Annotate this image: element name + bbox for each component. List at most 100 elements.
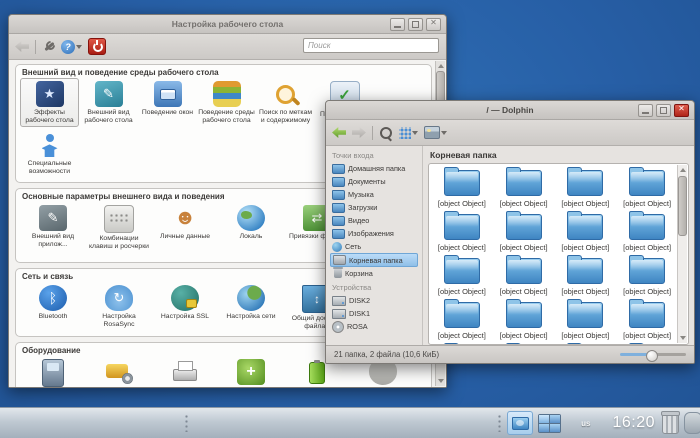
[object Object][interactable] (4, 411, 29, 436)
trash-icon[interactable] (662, 413, 679, 434)
settings-item[interactable]: Эффекты рабочего стола (20, 78, 79, 127)
device-item[interactable]: DISK2 (330, 294, 418, 307)
folder-icon (629, 302, 665, 328)
[object Object][interactable] (64, 411, 89, 436)
place-item[interactable]: Корзина (330, 267, 418, 280)
[object Object][interactable] (34, 411, 59, 436)
device-label: DISK1 (349, 309, 370, 318)
folder-item[interactable]: [object Object] (431, 302, 493, 345)
maximize-icon[interactable] (408, 18, 423, 31)
find-button[interactable] (379, 126, 393, 140)
view-scrollbar[interactable] (677, 165, 687, 343)
scroll-down-icon[interactable] (438, 379, 444, 383)
panel-cashew-icon[interactable] (684, 412, 700, 434)
device-item[interactable]: DISK1 (330, 307, 418, 320)
folder-item[interactable]: [object Object] (431, 170, 493, 214)
place-label: Сеть (345, 242, 361, 251)
settings-item[interactable]: Настройка сети (218, 282, 284, 323)
place-item[interactable]: Домашняя папка (330, 162, 418, 175)
folder-item[interactable]: [object Object] (616, 214, 678, 258)
clock[interactable]: 16:20 (612, 414, 655, 432)
help-button[interactable] (61, 40, 82, 54)
panel-handle[interactable] (497, 414, 502, 432)
settings-item[interactable]: Настройка принтеров, очередей печати... (152, 356, 218, 387)
minimize-icon[interactable] (390, 18, 405, 31)
place-item[interactable]: Музыка (330, 188, 418, 201)
slider-knob[interactable] (646, 350, 658, 362)
place-item[interactable]: Видео (330, 214, 418, 227)
place-item[interactable]: Сеть (330, 240, 418, 253)
folder-item[interactable]: [object Object] (493, 214, 555, 258)
folder-item[interactable]: [object Object] (493, 302, 555, 345)
settings-item[interactable]: Bluetooth (20, 282, 86, 323)
preview-button[interactable] (424, 126, 447, 139)
desktop-pager[interactable] (538, 414, 561, 433)
settings-item[interactable]: Локаль (218, 202, 284, 243)
folder-item[interactable]: [object Object] (555, 258, 617, 302)
settings-item[interactable]: Настройка RosaSync (86, 282, 152, 331)
[object Object][interactable] (94, 411, 119, 436)
folder-item[interactable]: [object Object] (616, 258, 678, 302)
folder-item[interactable]: [object Object] (431, 214, 493, 258)
settings-item-label: Поиск по меткам и содержимому (257, 109, 314, 125)
forward-button[interactable] (352, 127, 366, 138)
folder-item[interactable]: [object Object] (616, 302, 678, 345)
status-text: 21 папка, 2 файла (10,6 КиБ) (334, 350, 439, 359)
quit-button[interactable] (88, 38, 106, 55)
settings-item-label: Внешний вид рабочего стола (80, 109, 137, 125)
folder-item[interactable]: [object Object] (616, 170, 678, 214)
panel-handle[interactable] (184, 414, 189, 432)
scroll-down-icon[interactable] (680, 336, 686, 340)
device-item[interactable]: ROSA (330, 320, 418, 333)
zoom-slider[interactable] (620, 349, 686, 361)
settings-item[interactable]: Внешний вид прилож... (20, 202, 86, 251)
minimize-icon[interactable] (638, 104, 653, 117)
place-icon (332, 216, 345, 226)
settings-item[interactable]: Средства управления оборудованием (218, 356, 284, 387)
[object Object][interactable] (154, 411, 179, 436)
maximize-icon[interactable] (656, 104, 671, 117)
back-button[interactable] (332, 127, 346, 138)
settings-item[interactable]: Внешний вид рабочего стола (79, 78, 138, 127)
dolphin-task-button[interactable] (507, 411, 533, 435)
folder-item[interactable]: [object Object] (555, 214, 617, 258)
place-item[interactable]: Загрузки (330, 201, 418, 214)
settings-item[interactable]: Поведение окон (138, 78, 197, 119)
settings-item[interactable]: Действия для устройств (86, 356, 152, 387)
settings-item[interactable]: Специальные возможности (20, 129, 79, 178)
settings-titlebar[interactable]: Настройка рабочего стола (9, 15, 446, 34)
place-item[interactable]: Изображения (330, 227, 418, 240)
settings-item[interactable]: Поиск по меткам и содержимому (256, 78, 315, 127)
close-icon[interactable] (674, 104, 689, 117)
place-item[interactable]: Корневая папка (330, 253, 418, 267)
place-icon (332, 203, 345, 213)
folder-view: Корневая папка [object Object] [object O… (423, 146, 694, 345)
scrollbar-thumb[interactable] (678, 176, 687, 236)
configure-button[interactable] (42, 40, 55, 53)
settings-item-icon (237, 359, 265, 385)
settings-item[interactable]: Настройка SSL (152, 282, 218, 323)
folder-icon (629, 214, 665, 240)
folder-item[interactable]: [object Object] (431, 258, 493, 302)
keyboard-layout-indicator[interactable]: us (581, 419, 590, 428)
scroll-up-icon[interactable] (438, 64, 444, 68)
back-button[interactable] (15, 41, 29, 52)
folder-item[interactable]: [object Object] (555, 170, 617, 214)
place-icon (332, 190, 345, 200)
view-mode-button[interactable] (399, 127, 418, 139)
settings-item[interactable]: Поведение среды рабочего стола (197, 78, 256, 127)
scroll-up-icon[interactable] (680, 168, 686, 172)
dolphin-titlebar[interactable]: / — Dolphin (326, 101, 694, 120)
folder-item[interactable]: [object Object] (555, 302, 617, 345)
places-panel: Точки входа Домашняя папка Документы Муз… (326, 146, 423, 345)
folder-item[interactable]: [object Object] (493, 258, 555, 302)
search-input[interactable] (303, 38, 439, 53)
[object Object][interactable] (124, 411, 149, 436)
folder-item[interactable]: [object Object] (493, 170, 555, 214)
settings-item[interactable]: Личные данные (152, 202, 218, 243)
close-icon[interactable] (426, 18, 441, 31)
settings-item[interactable]: Внешние носители (20, 356, 86, 387)
place-item[interactable]: Документы (330, 175, 418, 188)
device-icon (332, 296, 346, 306)
settings-item[interactable]: Комбинации клавиш и росчерки (86, 202, 152, 253)
